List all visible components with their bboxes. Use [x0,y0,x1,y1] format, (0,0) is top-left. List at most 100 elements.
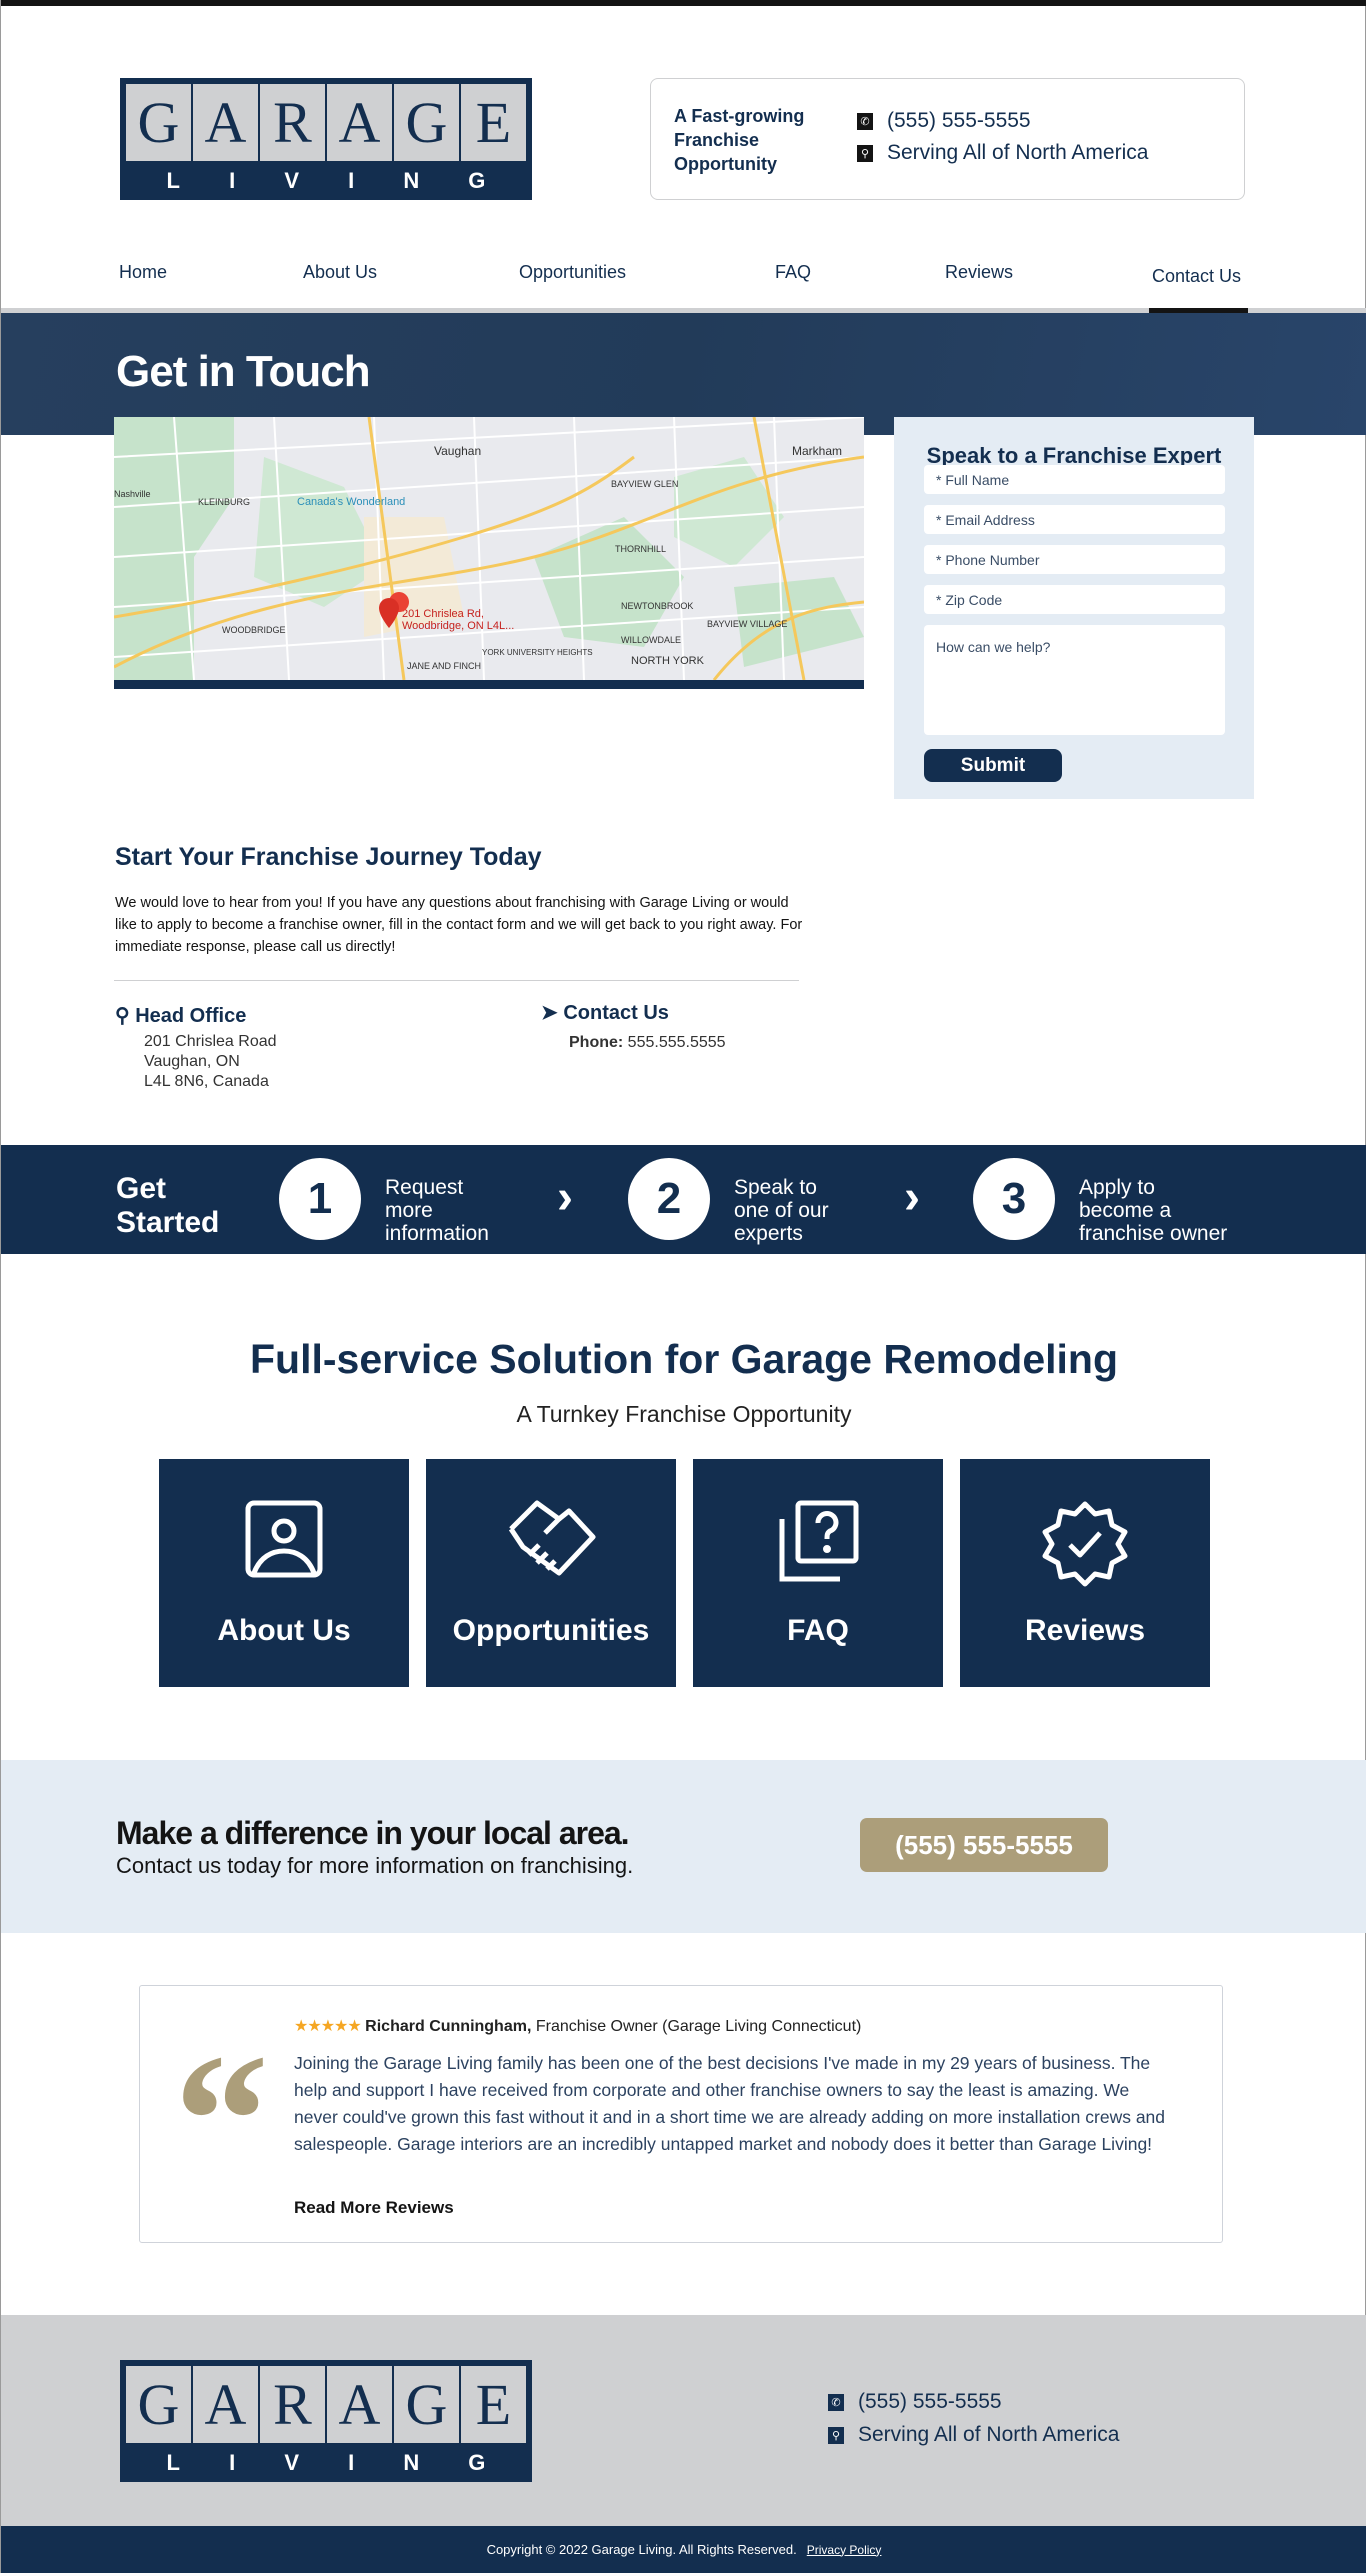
logo-letter: A [193,84,258,161]
logo-letter: I [229,168,236,193]
logo-letter: N [403,2450,420,2475]
map-label: NEWTONBROOK [621,601,693,611]
map-label: BAYVIEW VILLAGE [707,619,787,629]
review-text: Joining the Garage Living family has bee… [294,2053,1166,2154]
map-label: KLEINBURG [198,497,250,507]
page-title: Get in Touch [116,347,371,396]
contact-us-label: Contact Us [563,1002,669,1024]
header-phone[interactable]: ✆ (555) 555-5555 [857,109,1031,133]
footer-logo[interactable]: GARAGE LIVING [120,2360,532,2482]
nav-home[interactable]: Home [119,262,167,283]
nav-reviews[interactable]: Reviews [945,262,1013,283]
phone-value: 555.555.5555 [627,1034,726,1051]
logo-letter: R [260,2366,325,2443]
step-line: one of our [734,1199,829,1222]
map-pin-icon: ⚲ [115,1005,130,1027]
submit-button[interactable]: Submit [924,749,1062,782]
head-office-address: 201 Chrislea Road Vaughan, ON L4L 8N6, C… [144,1032,277,1092]
map-label: NORTH YORK [631,655,705,667]
map-label: YORK UNIVERSITY HEIGHTS [482,648,593,657]
footer-service-text: Serving All of North America [858,2423,1120,2446]
paper-plane-icon: ➤ [541,1002,558,1024]
contact-phone[interactable]: Phone: 555.555.5555 [569,1034,726,1052]
profile-icon [159,1499,409,1579]
map-pin-icon: ⚲ [828,2426,844,2444]
step-number: 2 [628,1158,710,1240]
contact-us-title: ➤ Contact Us [541,1000,669,1025]
garage-living-logo[interactable]: GARAGE LIVING [120,78,532,200]
logo-letter: I [348,2450,355,2475]
map-pin-label: Woodbridge, ON L4L... [402,620,514,632]
intro-text: We would love to hear from you! If you h… [115,895,803,955]
footer-phone[interactable]: ✆ (555) 555-5555 [828,2390,1002,2414]
logo-letter: N [403,168,420,193]
logo-letter: V [284,168,299,193]
logo-letter: L [166,2450,180,2475]
read-more-reviews-link[interactable]: Read More Reviews [294,2198,454,2218]
footer-phone-text: (555) 555-5555 [858,2390,1002,2413]
chevron-right-icon: › [904,1171,920,1224]
step-line: Request [385,1176,464,1199]
header-service-text: Serving All of North America [887,141,1149,164]
step-line: franchise owner [1079,1222,1228,1245]
logo-letter: A [327,2366,392,2443]
zip-code-input[interactable] [924,585,1225,614]
star-rating: ★★★★★ [294,2018,362,2035]
tile-faq[interactable]: FAQ [693,1459,943,1687]
email-input[interactable] [924,505,1225,534]
copyright-text: Copyright © 2022 Garage Living. All Righ… [486,2542,797,2557]
contact-form: Speak to a Franchise Expert Submit [894,417,1254,799]
step-number: 1 [279,1158,361,1240]
address-line: L4L 8N6, Canada [144,1073,269,1090]
solution-title: Full-service Solution for Garage Remodel… [250,1336,1118,1382]
question-icon [693,1499,943,1583]
logo-letter: G [394,2366,459,2443]
tile-label: Opportunities [452,1614,650,1647]
review-header: ★★★★★ Richard Cunningham, Franchise Owne… [294,2016,861,2036]
map-label: JANE AND FINCH [407,661,481,671]
review-card: “ ★★★★★ Richard Cunningham, Franchise Ow… [139,1985,1223,2243]
step-line: Speak to [734,1176,817,1199]
phone-icon: ✆ [857,112,873,130]
step-number: 3 [973,1158,1055,1240]
solution-subtitle: A Turnkey Franchise Opportunity [516,1401,852,1427]
address-line: 201 Chrislea Road [144,1033,277,1050]
step-text: Apply to become a franchise owner [1079,1176,1227,1245]
intro-title: Start Your Franchise Journey Today [115,843,542,871]
get-started-line: Get [116,1172,167,1205]
nav-opportunities[interactable]: Opportunities [519,262,626,283]
divider [114,980,799,981]
map-label: Markham [792,444,842,458]
header-info-box: A Fast-growing Franchise Opportunity ✆ (5… [650,78,1245,200]
handshake-icon [426,1499,676,1579]
logo-letter: L [166,168,180,193]
full-name-input[interactable] [924,465,1225,494]
badge-check-icon [960,1499,1210,1589]
logo-letter: A [327,84,392,161]
get-started-line: Started [116,1206,220,1239]
header-phone-text: (555) 555-5555 [887,109,1031,132]
tile-opportunities[interactable]: Opportunities [426,1459,676,1687]
logo-letter: R [260,84,325,161]
tile-label: About Us [217,1614,351,1647]
tile-label: FAQ [787,1614,849,1647]
map-label: Canada's Wonderland [297,496,405,508]
nav-about-us[interactable]: About Us [303,262,377,283]
message-textarea[interactable] [924,625,1225,735]
head-office-title: ⚲ Head Office [115,1003,246,1028]
location-map[interactable]: Vaughan Markham Nashville KLEINBURG Cana… [114,417,864,689]
call-button[interactable]: (555) 555-5555 [860,1818,1108,1872]
step-line: become a [1079,1199,1172,1222]
privacy-policy-link[interactable]: Privacy Policy [807,2543,882,2557]
copyright-bar: Copyright © 2022 Garage Living. All Righ… [1,2526,1366,2573]
reviewer-name: Richard Cunningham, [365,2018,532,2035]
tile-reviews[interactable]: Reviews [960,1459,1210,1687]
logo-letter: G [394,84,459,161]
map-label: BAYVIEW GLEN [611,479,678,489]
tile-about-us[interactable]: About Us [159,1459,409,1687]
nav-contact-us[interactable]: Contact Us [1152,266,1241,287]
phone-input[interactable] [924,545,1225,574]
nav-faq[interactable]: FAQ [775,262,811,283]
head-office-label: Head Office [135,1005,247,1027]
tile-label: Reviews [1024,1614,1146,1647]
